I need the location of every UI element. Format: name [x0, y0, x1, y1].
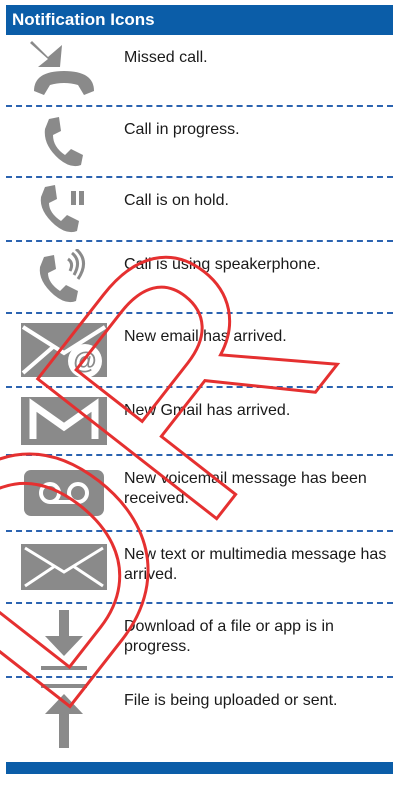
speakerphone-icon — [6, 242, 122, 312]
table-row: Call is using speakerphone. — [6, 242, 393, 314]
missed-call-icon — [6, 35, 122, 105]
row-label: File is being uploaded or sent. — [124, 692, 338, 709]
row-label: New voicemail message has been received. — [124, 470, 367, 507]
call-on-hold-icon — [6, 178, 122, 240]
text-message-icon — [6, 532, 122, 602]
row-label: Call is on hold. — [124, 192, 229, 209]
table-row: Call in progress. — [6, 107, 393, 178]
gmail-icon — [6, 388, 122, 454]
call-in-progress-icon — [6, 107, 122, 176]
table-row: New voicemail message has been received. — [6, 456, 393, 532]
row-label: New Gmail has arrived. — [124, 402, 291, 419]
notification-icons-table: Notification Icons Missed call. Call in … — [6, 5, 393, 774]
table-row: New text or multimedia message has arriv… — [6, 532, 393, 604]
table-row: @ New email has arrived. — [6, 314, 393, 388]
svg-text:@: @ — [73, 348, 96, 375]
row-label: New email has arrived. — [124, 328, 287, 345]
table-bottom-bar — [6, 762, 393, 774]
voicemail-icon — [6, 456, 122, 530]
new-email-icon: @ — [6, 314, 122, 386]
table-row: Call is on hold. — [6, 178, 393, 242]
row-label: Call is using speakerphone. — [124, 256, 321, 273]
row-label: New text or multimedia message has arriv… — [124, 546, 387, 583]
table-row: Missed call. — [6, 35, 393, 107]
row-label: Call in progress. — [124, 121, 240, 138]
upload-icon — [6, 678, 122, 754]
table-header: Notification Icons — [6, 5, 393, 35]
table-row: Download of a file or app is in progress… — [6, 604, 393, 678]
table-row: File is being uploaded or sent. — [6, 678, 393, 754]
download-icon — [6, 604, 122, 676]
row-label: Download of a file or app is in progress… — [124, 618, 334, 655]
table-row: New Gmail has arrived. — [6, 388, 393, 456]
row-label: Missed call. — [124, 49, 208, 66]
